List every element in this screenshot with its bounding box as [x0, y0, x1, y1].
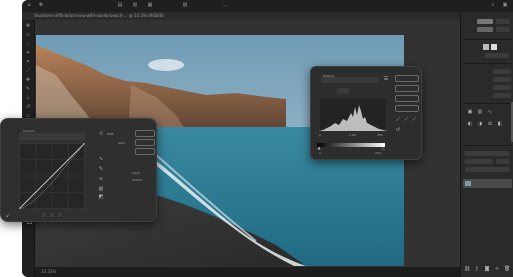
document-tab-title: Seashore-cliffs-beach-sea-with-sandy-bea… [34, 13, 164, 18]
document-tab[interactable]: Seashore-cliffs-beach-sea-with-sandy-bea… [22, 12, 513, 20]
swatches-panel [463, 41, 512, 64]
healing-icon[interactable]: ✚ [24, 77, 32, 83]
target-adjust-icon[interactable]: ☉ [98, 131, 104, 137]
magic-wand-icon[interactable]: ✦ [24, 50, 32, 56]
adjustment-brightness-icon[interactable]: ▣ [467, 109, 473, 115]
blend-mode-select[interactable] [465, 159, 493, 164]
adjustments-panel: ▣ ▥ ∿ ◐ ◑ ⚖ ◧ [463, 105, 512, 146]
brush-icon[interactable]: ✎ [24, 86, 32, 92]
levels-auto-button[interactable] [395, 75, 419, 82]
color-value-field-2[interactable] [496, 27, 510, 32]
curve-pencil-icon[interactable]: ✎ [98, 166, 104, 172]
adjustment-levels-icon[interactable]: ▥ [477, 109, 483, 115]
curves-output-label: Output [132, 178, 143, 182]
levels-input-high[interactable]: 255 [377, 133, 383, 137]
levels-black-eyedropper-icon[interactable]: ⟋ [395, 117, 401, 123]
curves-auto-button[interactable]: Auto [118, 141, 125, 145]
curves-clip-to-layer-icon[interactable]: ↙ [5, 213, 11, 219]
curve-clipping-icon[interactable]: ◩ [98, 194, 104, 200]
layer-filter-field[interactable] [465, 151, 510, 156]
color-value-field[interactable] [496, 19, 510, 24]
color-slider[interactable] [477, 19, 493, 24]
levels-white-eyedropper-icon[interactable]: ⟋ [411, 117, 417, 123]
property-field-4[interactable] [493, 93, 511, 98]
fill-field[interactable] [465, 167, 510, 172]
levels-gray-eyedropper-icon[interactable]: ⟋ [403, 117, 409, 123]
mask-icon[interactable]: ◙ [484, 266, 490, 272]
levels-channel-dropdown[interactable] [337, 88, 349, 94]
swatch-white[interactable] [491, 44, 497, 50]
curves-input-label: Input [132, 171, 140, 175]
curve-smooth-icon[interactable]: ≈ [98, 176, 104, 182]
levels-option-button-3[interactable] [395, 105, 419, 112]
white-eyedropper-icon[interactable]: ⟋ [57, 213, 63, 219]
property-field-1[interactable] [493, 69, 511, 74]
fx-icon[interactable]: ƒ [474, 266, 480, 272]
curves-option-button-1[interactable] [135, 130, 155, 137]
curves-panel: Custom ☉ RGB Auto ∿ ✎ ≈ ▥ ◩ Input Output… [0, 118, 157, 222]
color-panel [463, 15, 512, 40]
new-layer-icon[interactable]: ＋ [494, 266, 500, 272]
lasso-icon[interactable]: ◌ [24, 41, 32, 47]
curves-option-button-2[interactable] [135, 139, 155, 146]
levels-input-mid[interactable]: 1.00 [349, 133, 356, 137]
color-slider-2[interactable] [477, 27, 493, 32]
trash-icon[interactable]: 🗑 [504, 266, 510, 272]
more-icon[interactable]: … [222, 2, 228, 8]
opacity-field[interactable] [496, 159, 510, 164]
property-field-3[interactable] [493, 85, 511, 90]
align-center-icon[interactable]: ▥ [132, 2, 138, 8]
levels-option-button-1[interactable] [395, 85, 419, 92]
levels-panel: Default ☰ RGB ⟋ ⟋ ⟋ ↺ 0 1.00 255 ▲ △ 0 2… [310, 66, 422, 160]
swatch-light[interactable] [483, 44, 489, 50]
curve-point-icon[interactable]: ∿ [98, 156, 104, 162]
curves-preset-dropdown[interactable] [19, 133, 85, 140]
property-field-2[interactable] [493, 77, 511, 82]
levels-histogram [319, 97, 387, 131]
curve-histogram-icon[interactable]: ▥ [98, 186, 104, 192]
levels-input-low[interactable]: 0 [319, 133, 321, 137]
adjustment-curves-icon[interactable]: ∿ [487, 109, 493, 115]
curves-channel-label[interactable]: RGB [107, 132, 113, 136]
output-white-slider[interactable]: △ [381, 145, 385, 151]
distribute-icon[interactable]: ▧ [182, 2, 188, 8]
marquee-icon[interactable]: ▭ [24, 32, 32, 38]
levels-output-gradient [317, 143, 385, 147]
adjustment-hue-icon[interactable]: ◑ [477, 121, 483, 127]
align-right-icon[interactable]: ▦ [147, 2, 153, 8]
adjustment-exposure-icon[interactable]: ◐ [467, 121, 473, 127]
levels-option-button-2[interactable] [395, 95, 419, 102]
home-icon[interactable]: ⌂ [26, 2, 32, 8]
history-brush-icon[interactable]: ↺ [24, 104, 32, 110]
properties-panel [463, 65, 512, 104]
swatch-group-field[interactable] [485, 53, 509, 58]
link-layers-icon[interactable]: ⛓ [464, 266, 470, 272]
levels-reset-icon[interactable]: ↺ [395, 127, 401, 133]
share-icon[interactable]: ▣ [502, 2, 508, 8]
gray-eyedropper-icon[interactable]: ⟋ [49, 213, 55, 219]
adjustment-balance-icon[interactable]: ⚖ [487, 121, 493, 127]
move-icon[interactable]: ✥ [24, 23, 32, 29]
crop-icon[interactable]: ⌗ [24, 59, 32, 65]
layer-row-background[interactable] [463, 179, 512, 188]
status-bar: 33.33% [35, 267, 460, 277]
adjustment-bw-icon[interactable]: ◧ [497, 121, 503, 127]
right-panels: ▣ ▥ ∿ ◐ ◑ ⚖ ◧ ⛓ ƒ ◙ ＋ 🗑 [460, 12, 513, 277]
search-icon[interactable]: ⌕ [490, 2, 496, 8]
curves-option-button-3[interactable] [135, 148, 155, 155]
levels-output-low[interactable]: 0 [319, 151, 321, 155]
levels-menu-icon[interactable]: ☰ [383, 76, 389, 82]
black-eyedropper-icon[interactable]: ⟋ [41, 213, 47, 219]
levels-preset-dropdown[interactable] [321, 77, 379, 83]
zoom-readout[interactable]: 33.33% [41, 267, 56, 277]
stamp-icon[interactable]: ⊥ [24, 95, 32, 101]
levels-output-high[interactable]: 255 [375, 151, 381, 155]
layer-thumbnail [465, 181, 471, 186]
eyedropper-icon[interactable]: ⟋ [24, 68, 32, 74]
move-tool-icon[interactable]: ✥ [38, 2, 44, 8]
align-left-icon[interactable]: ▤ [117, 2, 123, 8]
curves-graph[interactable] [19, 143, 85, 209]
